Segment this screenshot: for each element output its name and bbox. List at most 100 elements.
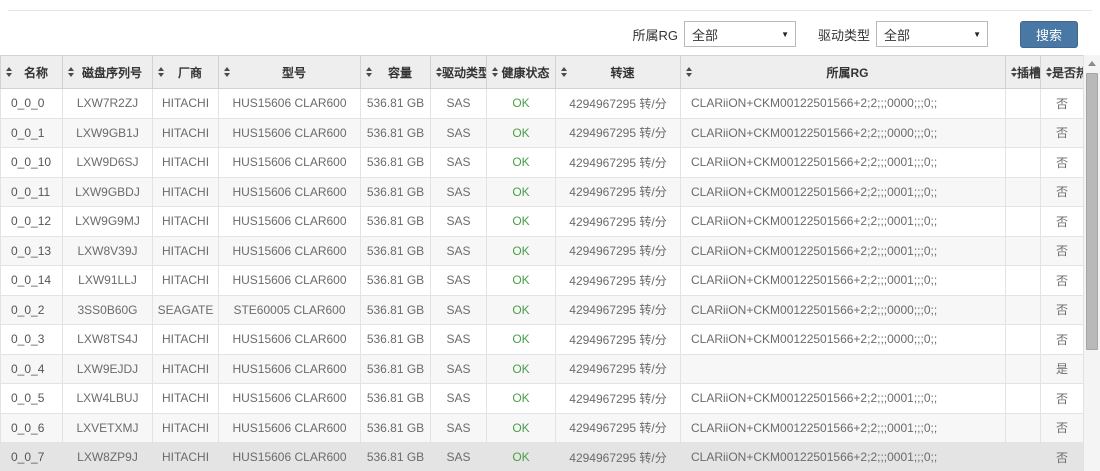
col-header-label: 型号 [219, 64, 360, 81]
table-row[interactable]: 0_0_11LXW9GBDJHITACHIHUS15606 CLAR600536… [1, 177, 1084, 207]
sort-icon [224, 67, 230, 77]
cell-hot_spare: 否 [1041, 266, 1084, 296]
cell-name: 0_0_3 [1, 325, 63, 355]
cell-name: 0_0_4 [1, 354, 63, 384]
cell-capacity: 536.81 GB [361, 118, 431, 148]
cell-slot [1006, 443, 1041, 471]
table-row[interactable]: 0_0_4LXW9EJDJHITACHIHUS15606 CLAR600536.… [1, 354, 1084, 384]
cell-speed: 4294967295 转/分 [556, 236, 681, 266]
cell-hot_spare: 是 [1041, 354, 1084, 384]
cell-health: OK [487, 325, 556, 355]
cell-vendor: HITACHI [153, 207, 219, 237]
disk-table: 名称磁盘序列号厂商型号容量驱动类型健康状态转速所属RG插槽号是否热备盘 0_0_… [0, 55, 1084, 471]
cell-serial: LXW8V39J [63, 236, 153, 266]
cell-serial: LXW9D6SJ [63, 148, 153, 178]
table-row[interactable]: 0_0_6LXVETXMJHITACHIHUS15606 CLAR600536.… [1, 413, 1084, 443]
col-header-rg[interactable]: 所属RG [681, 56, 1006, 89]
search-button[interactable]: 搜索 [1020, 21, 1078, 48]
cell-model: HUS15606 CLAR600 [219, 207, 361, 237]
cell-health: OK [487, 118, 556, 148]
chevron-down-icon: ▼ [781, 30, 789, 39]
cell-model: HUS15606 CLAR600 [219, 177, 361, 207]
sort-icon [436, 67, 442, 77]
table-row[interactable]: 0_0_23SS0B60GSEAGATESTE60005 CLAR600536.… [1, 295, 1084, 325]
cell-capacity: 536.81 GB [361, 89, 431, 119]
cell-drive_type: SAS [431, 384, 487, 414]
cell-serial: LXVETXMJ [63, 413, 153, 443]
cell-drive_type: SAS [431, 354, 487, 384]
col-header-health[interactable]: 健康状态 [487, 56, 556, 89]
cell-capacity: 536.81 GB [361, 177, 431, 207]
cell-model: STE60005 CLAR600 [219, 295, 361, 325]
table-row[interactable]: 0_0_12LXW9G9MJHITACHIHUS15606 CLAR600536… [1, 207, 1084, 237]
col-header-model[interactable]: 型号 [219, 56, 361, 89]
cell-name: 0_0_14 [1, 266, 63, 296]
cell-rg: CLARiiON+CKM00122501566+2;2;;;0001;;;0;; [681, 177, 1006, 207]
cell-slot [1006, 207, 1041, 237]
cell-speed: 4294967295 转/分 [556, 89, 681, 119]
table-row[interactable]: 0_0_1LXW9GB1JHITACHIHUS15606 CLAR600536.… [1, 118, 1084, 148]
table-row[interactable]: 0_0_13LXW8V39JHITACHIHUS15606 CLAR600536… [1, 236, 1084, 266]
cell-serial: LXW4LBUJ [63, 384, 153, 414]
cell-name: 0_0_6 [1, 413, 63, 443]
scrollbar-up-arrow-icon[interactable] [1084, 55, 1100, 71]
sort-icon [158, 67, 164, 77]
vertical-scrollbar[interactable] [1083, 55, 1100, 471]
cell-slot [1006, 177, 1041, 207]
cell-health: OK [487, 236, 556, 266]
cell-health: OK [487, 384, 556, 414]
col-header-serial[interactable]: 磁盘序列号 [63, 56, 153, 89]
cell-model: HUS15606 CLAR600 [219, 354, 361, 384]
table-row[interactable]: 0_0_14LXW91LLJHITACHIHUS15606 CLAR600536… [1, 266, 1084, 296]
table-row[interactable]: 0_0_5LXW4LBUJHITACHIHUS15606 CLAR600536.… [1, 384, 1084, 414]
drive-type-filter-select[interactable]: 全部 ▼ [876, 21, 988, 47]
cell-slot [1006, 118, 1041, 148]
rg-filter-select[interactable]: 全部 ▼ [684, 21, 796, 47]
cell-name: 0_0_1 [1, 118, 63, 148]
col-header-capacity[interactable]: 容量 [361, 56, 431, 89]
table-row[interactable]: 0_0_7LXW8ZP9JHITACHIHUS15606 CLAR600536.… [1, 443, 1084, 471]
cell-health: OK [487, 177, 556, 207]
cell-model: HUS15606 CLAR600 [219, 443, 361, 471]
filter-bar: 所属RG 全部 ▼ 驱动类型 全部 ▼ 搜索 [8, 10, 1092, 55]
cell-vendor: HITACHI [153, 443, 219, 471]
sort-icon [1046, 67, 1052, 77]
scrollbar-thumb[interactable] [1086, 73, 1098, 350]
cell-drive_type: SAS [431, 325, 487, 355]
col-header-vendor[interactable]: 厂商 [153, 56, 219, 89]
cell-drive_type: SAS [431, 443, 487, 471]
cell-rg: CLARiiON+CKM00122501566+2;2;;;0000;;;0;; [681, 325, 1006, 355]
cell-vendor: HITACHI [153, 354, 219, 384]
cell-speed: 4294967295 转/分 [556, 266, 681, 296]
cell-serial: LXW7R2ZJ [63, 89, 153, 119]
table-row[interactable]: 0_0_10LXW9D6SJHITACHIHUS15606 CLAR600536… [1, 148, 1084, 178]
col-header-name[interactable]: 名称 [1, 56, 63, 89]
cell-rg: CLARiiON+CKM00122501566+2;2;;;0001;;;0;; [681, 207, 1006, 237]
table-row[interactable]: 0_0_3LXW8TS4JHITACHIHUS15606 CLAR600536.… [1, 325, 1084, 355]
cell-health: OK [487, 148, 556, 178]
cell-speed: 4294967295 转/分 [556, 118, 681, 148]
cell-rg: CLARiiON+CKM00122501566+2;2;;;0000;;;0;; [681, 89, 1006, 119]
cell-speed: 4294967295 转/分 [556, 148, 681, 178]
cell-hot_spare: 否 [1041, 236, 1084, 266]
sort-icon [366, 67, 372, 77]
cell-vendor: SEAGATE [153, 295, 219, 325]
cell-rg [681, 354, 1006, 384]
cell-drive_type: SAS [431, 118, 487, 148]
col-header-label: 转速 [556, 64, 680, 81]
cell-rg: CLARiiON+CKM00122501566+2;2;;;0001;;;0;; [681, 148, 1006, 178]
cell-capacity: 536.81 GB [361, 236, 431, 266]
cell-drive_type: SAS [431, 236, 487, 266]
col-header-drive_type[interactable]: 驱动类型 [431, 56, 487, 89]
col-header-slot[interactable]: 插槽号 [1006, 56, 1041, 89]
col-header-hot_spare[interactable]: 是否热备盘 [1041, 56, 1084, 89]
cell-serial: LXW9GB1J [63, 118, 153, 148]
cell-vendor: HITACHI [153, 325, 219, 355]
cell-speed: 4294967295 转/分 [556, 177, 681, 207]
cell-capacity: 536.81 GB [361, 384, 431, 414]
cell-vendor: HITACHI [153, 89, 219, 119]
table-row[interactable]: 0_0_0LXW7R2ZJHITACHIHUS15606 CLAR600536.… [1, 89, 1084, 119]
chevron-down-icon: ▼ [973, 30, 981, 39]
cell-rg: CLARiiON+CKM00122501566+2;2;;;0001;;;0;; [681, 413, 1006, 443]
col-header-speed[interactable]: 转速 [556, 56, 681, 89]
